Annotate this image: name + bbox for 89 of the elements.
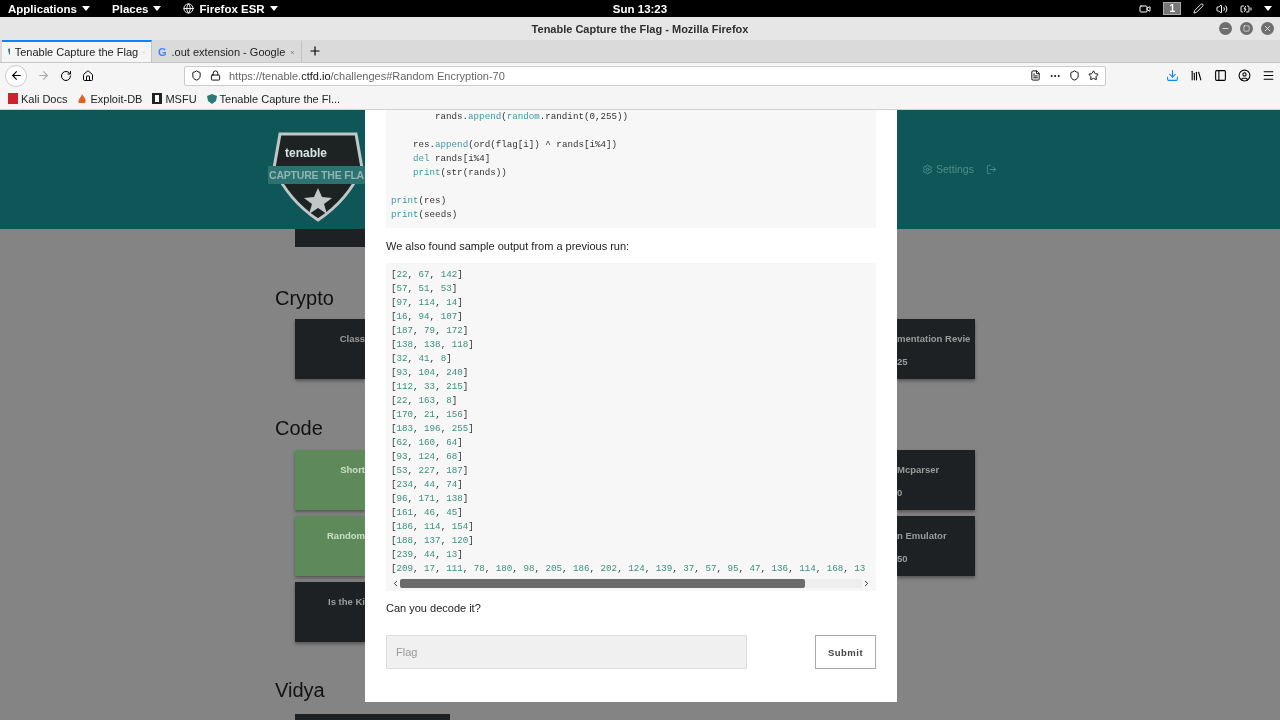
back-icon (9, 69, 23, 82)
challenge-card[interactable]: Class (295, 319, 365, 379)
logo-text: tenable (285, 146, 327, 160)
output-line: [112, 33, 215] (391, 380, 470, 394)
caret-icon (1264, 6, 1272, 11)
code-line: print(str(rands)) (412, 166, 508, 180)
lock-icon (210, 70, 221, 81)
url-text: https://tenable.ctfd.io/challenges#Random Encryption-70 (229, 69, 506, 82)
maximize-button[interactable] (1240, 22, 1253, 35)
camera-icon[interactable] (1139, 2, 1152, 15)
browser-tab[interactable]: G .out extension - Google (152, 40, 302, 62)
submit-button[interactable]: Submit (815, 635, 876, 669)
gear-icon (922, 163, 933, 175)
reload-icon[interactable] (60, 69, 72, 82)
output-line: [53, 227, 187] (391, 464, 470, 478)
output-line: [16, 94, 107] (391, 310, 464, 324)
output-line: [57, 51, 53] (391, 282, 459, 296)
category-heading: Code (275, 416, 323, 440)
account-icon[interactable] (1238, 69, 1251, 82)
question-text: Can you decode it? (386, 602, 482, 614)
challenge-card[interactable]: n Emulator 50 (897, 516, 975, 576)
bookmark[interactable]: MSFU (152, 92, 197, 105)
output-line: [170, 21, 156] (391, 408, 470, 422)
caret-icon (269, 6, 278, 11)
new-tab-icon[interactable] (308, 44, 322, 58)
output-line: [239, 44, 13] (391, 548, 464, 562)
challenge-card[interactable]: Is the Ki (295, 582, 365, 642)
output-line: [138, 138, 118] (391, 338, 475, 352)
output-line: [187, 79, 172] (391, 324, 470, 338)
window-title: Tenable Capture the Flag - Mozilla Firefox (531, 22, 749, 35)
bookmark[interactable]: Kali Docs (8, 92, 68, 105)
output-line: [97, 114, 14] (391, 296, 464, 310)
menu-icon[interactable] (1262, 69, 1275, 82)
output-line: [188, 137, 120] (391, 534, 475, 548)
workspace-indicator[interactable]: 1 (1163, 2, 1181, 15)
bookmark[interactable]: Tenable Capture the Fl... (206, 92, 341, 105)
output-line: [22, 163, 8] (391, 394, 459, 408)
star-icon[interactable] (1088, 70, 1099, 81)
pen-icon[interactable] (1193, 3, 1204, 14)
system-menu[interactable]: Places (112, 2, 162, 15)
library-icon[interactable] (1190, 69, 1203, 82)
system-menu[interactable]: Firefox ESR (183, 2, 278, 15)
challenge-card[interactable]: Mcparser 0 (897, 450, 975, 510)
bookmark-icon (152, 93, 163, 104)
download-icon[interactable] (1166, 69, 1179, 82)
output-line: [161, 46, 45] (391, 506, 464, 520)
output-line: [93, 124, 68] (391, 450, 464, 464)
description-text: We also found sample output from a previous run: (386, 240, 631, 252)
system-menu[interactable]: Applications (8, 2, 90, 15)
back-button[interactable] (5, 64, 27, 87)
code-line: res.append(ord(flag[i]) ^ rands[i%4]) (412, 138, 619, 152)
output-line: [183, 196, 255] (391, 422, 475, 436)
google-icon: G (158, 46, 167, 58)
output-line: [234, 44, 74] (391, 478, 464, 492)
output-line: [96, 171, 138] (391, 492, 470, 506)
scrollbar-thumb[interactable] (400, 579, 805, 588)
flag-input[interactable]: Flag (386, 635, 747, 669)
bookmark-icon (8, 93, 18, 104)
caret-icon (82, 6, 90, 11)
battery-icon[interactable] (1240, 2, 1252, 15)
volume-icon[interactable] (1216, 2, 1228, 15)
reader-icon[interactable] (1030, 70, 1041, 81)
home-icon[interactable] (82, 69, 94, 82)
code-line: del rands[i%4] (412, 152, 492, 166)
category-heading: Vidya (275, 678, 325, 702)
maximize-icon (1243, 25, 1250, 32)
flame-icon (77, 93, 88, 104)
output-line: [32, 41, 8] (391, 352, 453, 366)
address-bar[interactable]: https://tenable.ctfd.io/challenges#Random Encryption-70 (184, 65, 1106, 86)
output-line: [22, 67, 142] (391, 268, 464, 282)
browser-tab[interactable]: Tenable Capture the Flag (2, 40, 152, 62)
bookmark[interactable]: Exploit-DB (77, 92, 143, 105)
code-line: print(seeds) (391, 208, 459, 222)
output-line: [62, 160, 64] (391, 436, 464, 450)
category-heading: Crypto (275, 286, 334, 310)
caret-icon (153, 6, 162, 11)
scroll-left-icon[interactable] (391, 579, 400, 588)
logo-banner: CAPTURE THE FLA (268, 166, 365, 184)
sidebar-icon[interactable] (1214, 69, 1227, 82)
clock[interactable]: Sun 13:23 (612, 2, 668, 15)
challenge-card[interactable]: mentation Revie 25 (897, 319, 975, 379)
output-line: [93, 104, 240] (391, 366, 470, 380)
output-line: [209, 17, 111, 78, 180, 98, 205, 186, 202, 124, 139, 37, 57, 95, 47, 136, 114, 168, 13 (391, 562, 867, 576)
code-line: rands.append(random.randint(0,255)) (434, 110, 629, 124)
minimize-button[interactable] (1219, 22, 1232, 35)
code-line: print(res) (391, 194, 448, 208)
settings-label: Settings (936, 163, 974, 175)
scroll-right-icon[interactable] (862, 579, 871, 588)
output-line: [186, 114, 154] (391, 520, 475, 534)
